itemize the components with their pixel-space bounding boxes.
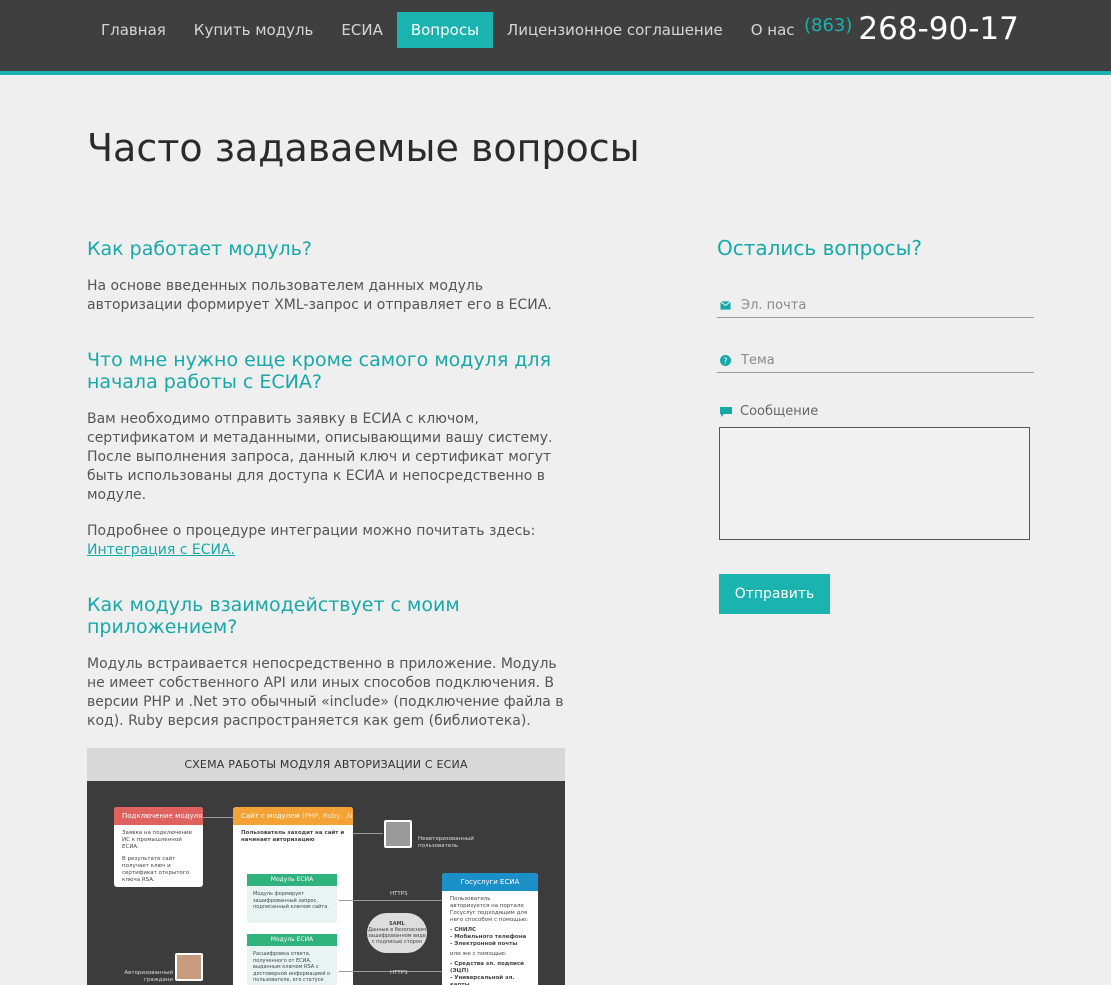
- scheme-text: Данные в безопасном зашифрованном виде с…: [368, 927, 426, 945]
- scheme-text: - Универсальной эл. карты: [450, 975, 515, 985]
- unauth-user-caption: Неавторизованный пользователь: [418, 836, 474, 849]
- auth-user-caption: Авторизованный граждани: [124, 970, 173, 983]
- scheme-module-body: Расшифровка ответа, полученного от ЕСИА,…: [253, 951, 331, 983]
- scheme-title: СХЕМА РАБОТЫ МОДУЛЯ АВТОРИЗАЦИИ С ЕСИА: [87, 748, 565, 781]
- unauth-user-avatar-icon: [384, 820, 412, 848]
- faq-answer: Вам необходимо отправить заявку в ЕСИА с…: [87, 411, 553, 503]
- faq-question: Что мне нужно еще кроме самого модуля дл…: [87, 349, 552, 393]
- scheme-box-connect: Подключение модуля Заявка на подключение…: [114, 807, 203, 887]
- scheme-text: - Электронной почты: [450, 941, 518, 947]
- faq-extra-text: Подробнее о процедуре интеграции можно п…: [87, 523, 536, 558]
- scheme-box-title: Госуслуги ЕСИА: [442, 873, 538, 891]
- scheme-text: - Мобильного телефона: [450, 934, 527, 940]
- nav-item-license[interactable]: Лицензионное соглашение: [493, 12, 737, 48]
- nav-item-buy-module[interactable]: Купить модуль: [180, 12, 328, 48]
- speech-bubble-icon: [720, 406, 732, 417]
- page-title: Часто задаваемые вопросы: [87, 126, 640, 170]
- phone-number[interactable]: (863) 268-90-17: [804, 11, 1019, 47]
- nav-item-about[interactable]: О нас: [737, 12, 809, 48]
- saml-cloud-icon: SAML Данные в безопасном зашифрованном в…: [367, 913, 427, 953]
- faq-answer: Модуль встраивается непосредственно в пр…: [87, 656, 564, 729]
- faq-question: Как модуль взаимодействует с моим прилож…: [87, 594, 460, 638]
- scheme-module-box: Модуль ЕСИА Расшифровка ответа, полученн…: [247, 934, 337, 985]
- contact-form-title: Остались вопросы?: [717, 236, 922, 260]
- scheme-module-title: Модуль ЕСИА: [247, 874, 337, 886]
- submit-button[interactable]: Отправить: [719, 574, 830, 614]
- envelope-icon: [720, 301, 731, 310]
- scheme-arrow: [353, 833, 383, 834]
- scheme-text: В результате сайт получает ключ и сертиф…: [122, 856, 190, 883]
- message-textarea[interactable]: [719, 427, 1030, 540]
- top-navigation-bar: Главная Купить модуль ЕСИА Вопросы Лицен…: [0, 0, 1111, 75]
- faq-item: Как работает модуль? На основе введенных…: [87, 238, 567, 315]
- https-label: HTTPS: [390, 970, 408, 976]
- email-field-wrap: [717, 294, 1034, 318]
- nav-item-home[interactable]: Главная: [87, 12, 180, 48]
- nav-item-esia[interactable]: ЕСИА: [327, 12, 396, 48]
- scheme-text: Заявка на подключение ИС к промышленной …: [122, 830, 193, 850]
- scheme-box-site: Сайт с модулем (PHP, Ruby, .Net) Пользов…: [233, 807, 353, 985]
- auth-scheme-diagram: СХЕМА РАБОТЫ МОДУЛЯ АВТОРИЗАЦИИ С ЕСИА П…: [87, 748, 565, 985]
- auth-user-avatar-icon: [175, 953, 203, 981]
- scheme-box-title: Сайт с модулем (PHP, Ruby, .Net): [233, 807, 353, 825]
- scheme-text: (PHP, Ruby, .Net): [301, 812, 353, 820]
- scheme-arrow: [339, 900, 442, 901]
- scheme-box-title: Подключение модуля: [114, 807, 203, 825]
- scheme-module-box: Модуль ЕСИА Модуль формирует зашифрованн…: [247, 874, 337, 923]
- phone-main-number: 268-90-17: [858, 11, 1019, 47]
- nav-item-questions[interactable]: Вопросы: [396, 12, 493, 48]
- question-icon: ?: [720, 355, 731, 366]
- scheme-text: Сайт с модулем: [241, 812, 300, 820]
- scheme-box-body: Пользователь заходит на сайт и начинает …: [241, 830, 345, 843]
- scheme-text: Пользователь авторизуется на портале Гос…: [450, 896, 529, 923]
- scheme-text: - СНИЛС: [450, 927, 477, 933]
- contact-form: Остались вопросы? ? Сообщение Отправить: [717, 236, 1037, 614]
- message-label-row: Сообщение: [720, 404, 818, 419]
- faq-item: Что мне нужно еще кроме самого модуля дл…: [87, 349, 567, 560]
- email-input[interactable]: [741, 294, 1031, 316]
- svg-text:?: ?: [723, 356, 727, 366]
- scheme-module-title: Модуль ЕСИА: [247, 934, 337, 946]
- topic-input[interactable]: [741, 349, 1031, 371]
- phone-area-code: (863): [804, 15, 853, 36]
- topic-field-wrap: ?: [717, 349, 1034, 373]
- scheme-text: или же с помощью:: [450, 951, 507, 957]
- message-label: Сообщение: [740, 404, 819, 419]
- faq-answer: На основе введенных пользователем данных…: [87, 278, 552, 313]
- faq-item: Как модуль взаимодействует с моим прилож…: [87, 594, 567, 731]
- main-menu: Главная Купить модуль ЕСИА Вопросы Лицен…: [87, 12, 809, 48]
- integration-link[interactable]: Интеграция с ЕСИА.: [87, 542, 235, 558]
- scheme-box-gosuslugi: Госуслуги ЕСИА Пользователь авторизуется…: [442, 873, 538, 985]
- scheme-arrow: [203, 817, 233, 818]
- scheme-text: - Средства эл. подписи (ЭЦП): [450, 961, 524, 974]
- faq-list: Как работает модуль? На основе введенных…: [87, 238, 567, 765]
- scheme-box-body: Пользователь авторизуется на портале Гос…: [442, 891, 538, 985]
- https-label: HTTPS: [390, 891, 408, 897]
- faq-question: Как работает модуль?: [87, 238, 312, 260]
- scheme-module-body: Модуль формирует зашифрованный запрос, п…: [253, 891, 329, 910]
- scheme-box-body: Заявка на подключение ИС к промышленной …: [114, 825, 203, 887]
